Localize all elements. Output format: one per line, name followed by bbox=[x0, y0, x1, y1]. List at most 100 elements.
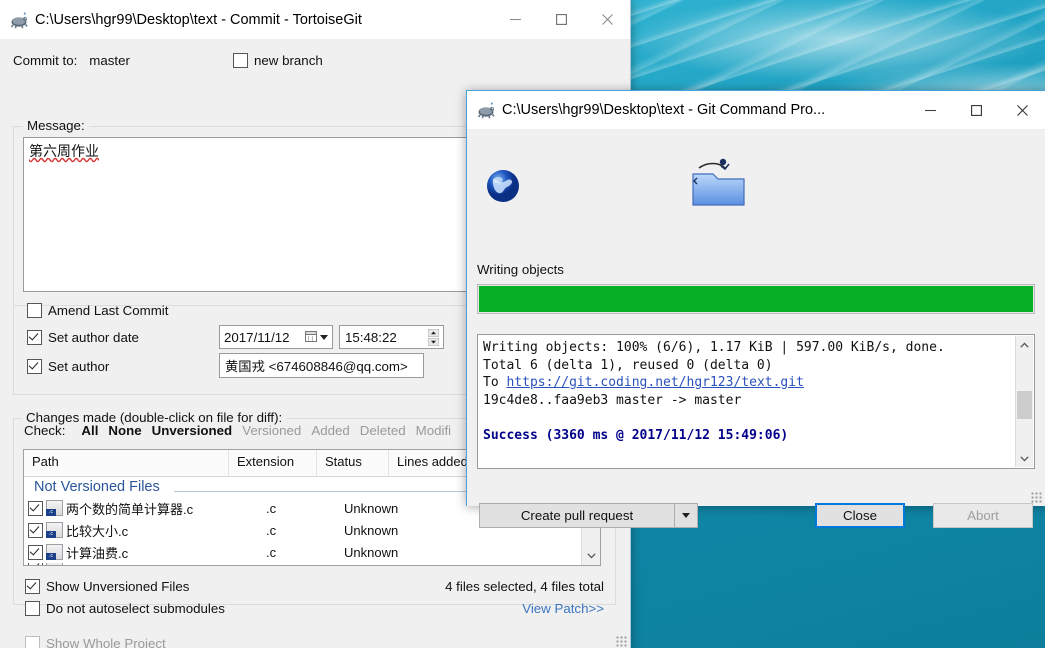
tortoisegit-turtle-icon bbox=[476, 100, 496, 120]
commit-window-title: C:\Users\hgr99\Desktop\text - Commit - T… bbox=[35, 11, 362, 28]
file-extension: .c bbox=[266, 544, 277, 560]
view-patch-link[interactable]: View Patch>> bbox=[522, 601, 604, 616]
row-checkbox[interactable] bbox=[24, 522, 46, 538]
console-line: Writing objects: 100% (6/6), 1.17 KiB | … bbox=[483, 340, 945, 355]
set-author-date-row[interactable]: Set author date bbox=[27, 330, 139, 345]
c-file-icon bbox=[46, 544, 66, 560]
no-autoselect-checkbox[interactable] bbox=[25, 601, 40, 616]
column-header-path[interactable]: Path bbox=[24, 450, 229, 476]
commit-message-text: 第六周作业 bbox=[29, 143, 99, 159]
progress-window-titlebar[interactable]: C:\Users\hgr99\Desktop\text - Git Comman… bbox=[467, 91, 1045, 130]
progress-window-title: C:\Users\hgr99\Desktop\text - Git Comman… bbox=[502, 102, 826, 118]
filter-added[interactable]: Added bbox=[311, 423, 349, 438]
table-row[interactable]: 计算油费.c .c Unknown bbox=[24, 541, 600, 563]
amend-last-commit-label: Amend Last Commit bbox=[48, 303, 169, 318]
show-whole-project-label: Show Whole Project bbox=[46, 636, 166, 648]
c-file-icon bbox=[46, 522, 66, 538]
file-path: 比较大小.c bbox=[66, 523, 129, 539]
file-extension: .c bbox=[266, 500, 277, 516]
set-author-checkbox[interactable] bbox=[27, 359, 42, 374]
abort-button: Abort bbox=[933, 503, 1033, 528]
create-pull-request-dropdown[interactable] bbox=[674, 503, 698, 528]
filter-versioned[interactable]: Versioned bbox=[242, 423, 301, 438]
c-file-icon bbox=[46, 500, 66, 516]
set-author-row[interactable]: Set author bbox=[27, 359, 109, 374]
c-file-icon bbox=[46, 563, 66, 565]
show-whole-project-checkbox[interactable] bbox=[25, 636, 40, 648]
row-checkbox[interactable] bbox=[24, 500, 46, 516]
folder-upload-icon bbox=[689, 156, 751, 217]
scroll-up-icon[interactable] bbox=[1016, 336, 1033, 353]
resize-grip[interactable] bbox=[616, 636, 628, 648]
filter-deleted[interactable]: Deleted bbox=[360, 423, 406, 438]
commit-window-controls bbox=[492, 1, 630, 38]
progress-window-body: Writing objects Writing objects: 100% (6… bbox=[467, 130, 1045, 528]
author-value: 黄国戎 <674608846@qq.com> bbox=[225, 359, 408, 374]
progress-bar bbox=[477, 284, 1035, 314]
show-whole-project-row[interactable]: Show Whole Project bbox=[25, 636, 166, 648]
tortoisegit-turtle-icon bbox=[9, 10, 29, 30]
console-output[interactable]: Writing objects: 100% (6/6), 1.17 KiB | … bbox=[477, 334, 1035, 469]
minimize-icon[interactable] bbox=[492, 1, 538, 38]
scroll-down-icon[interactable] bbox=[582, 547, 600, 565]
console-line-prefix: To bbox=[483, 375, 507, 390]
no-autoselect-row[interactable]: Do not autoselect submodules bbox=[25, 601, 225, 616]
file-status: Unknown bbox=[344, 500, 399, 516]
author-input[interactable]: 黄国戎 <674608846@qq.com> bbox=[219, 353, 424, 378]
set-author-date-checkbox[interactable] bbox=[27, 330, 42, 345]
row-checkbox[interactable] bbox=[24, 563, 46, 565]
console-scroll-thumb[interactable] bbox=[1017, 391, 1032, 419]
create-pull-request-split-button[interactable]: Create pull request bbox=[479, 503, 698, 528]
spinner-up-down-icon[interactable] bbox=[428, 328, 439, 346]
scroll-down-icon[interactable] bbox=[1016, 450, 1033, 467]
filter-all[interactable]: All bbox=[81, 423, 98, 438]
resize-grip[interactable] bbox=[1031, 492, 1043, 504]
file-extension: .c bbox=[266, 522, 277, 538]
commit-to-label: Commit to: bbox=[13, 53, 78, 68]
row-checkbox[interactable] bbox=[24, 544, 46, 560]
create-pull-request-button[interactable]: Create pull request bbox=[479, 503, 674, 528]
author-time-input[interactable]: 15:48:22 bbox=[339, 325, 444, 349]
git-command-progress-window: C:\Users\hgr99\Desktop\text - Git Comman… bbox=[466, 90, 1045, 528]
repository-url-link[interactable]: https://git.coding.net/hgr123/text.git bbox=[506, 375, 803, 390]
close-icon[interactable] bbox=[584, 1, 630, 38]
maximize-icon[interactable] bbox=[538, 1, 584, 38]
new-branch-checkbox[interactable] bbox=[233, 53, 248, 68]
chevron-down-icon bbox=[682, 513, 690, 518]
maximize-icon[interactable] bbox=[953, 92, 999, 129]
globe-icon bbox=[480, 162, 526, 213]
column-header-status[interactable]: Status bbox=[317, 450, 389, 476]
check-label: Check: bbox=[24, 423, 66, 438]
files-status-text: 4 files selected, 4 files total bbox=[445, 579, 604, 594]
new-branch-checkbox-row[interactable]: new branch bbox=[233, 53, 323, 68]
table-row[interactable] bbox=[24, 563, 600, 565]
show-unversioned-row[interactable]: Show Unversioned Files bbox=[25, 579, 189, 594]
progress-bar-fill bbox=[479, 286, 1033, 312]
file-path: 两个数的简单计算器.c bbox=[66, 501, 194, 517]
commit-window-titlebar[interactable]: C:\Users\hgr99\Desktop\text - Commit - T… bbox=[0, 0, 630, 40]
console-scrollbar[interactable] bbox=[1015, 336, 1033, 467]
chevron-down-icon[interactable] bbox=[320, 334, 328, 340]
file-status: Unknown bbox=[344, 522, 399, 538]
commit-branch-value: master bbox=[89, 53, 130, 68]
console-line-link-row: To https://git.coding.net/hgr123/text.gi… bbox=[483, 374, 1030, 392]
console-success-line: Success (3360 ms @ 2017/11/12 15:49:06) bbox=[483, 427, 789, 443]
amend-last-commit-row[interactable]: Amend Last Commit bbox=[27, 303, 168, 318]
no-autoselect-label: Do not autoselect submodules bbox=[46, 601, 225, 616]
file-path: 计算油费.c bbox=[66, 545, 129, 561]
calendar-icon[interactable] bbox=[305, 330, 317, 345]
filter-modified[interactable]: Modifi bbox=[416, 423, 451, 438]
close-button[interactable]: Close bbox=[815, 503, 905, 528]
close-icon[interactable] bbox=[999, 92, 1045, 129]
amend-last-commit-checkbox[interactable] bbox=[27, 303, 42, 318]
new-branch-label: new branch bbox=[254, 53, 323, 68]
message-legend: Message: bbox=[23, 118, 89, 133]
filter-unversioned[interactable]: Unversioned bbox=[152, 423, 233, 438]
filter-none[interactable]: None bbox=[108, 423, 141, 438]
author-date-input[interactable]: 2017/11/12 bbox=[219, 325, 333, 349]
progress-window-controls bbox=[907, 92, 1045, 129]
show-unversioned-checkbox[interactable] bbox=[25, 579, 40, 594]
minimize-icon[interactable] bbox=[907, 92, 953, 129]
column-header-extension[interactable]: Extension bbox=[229, 450, 317, 476]
